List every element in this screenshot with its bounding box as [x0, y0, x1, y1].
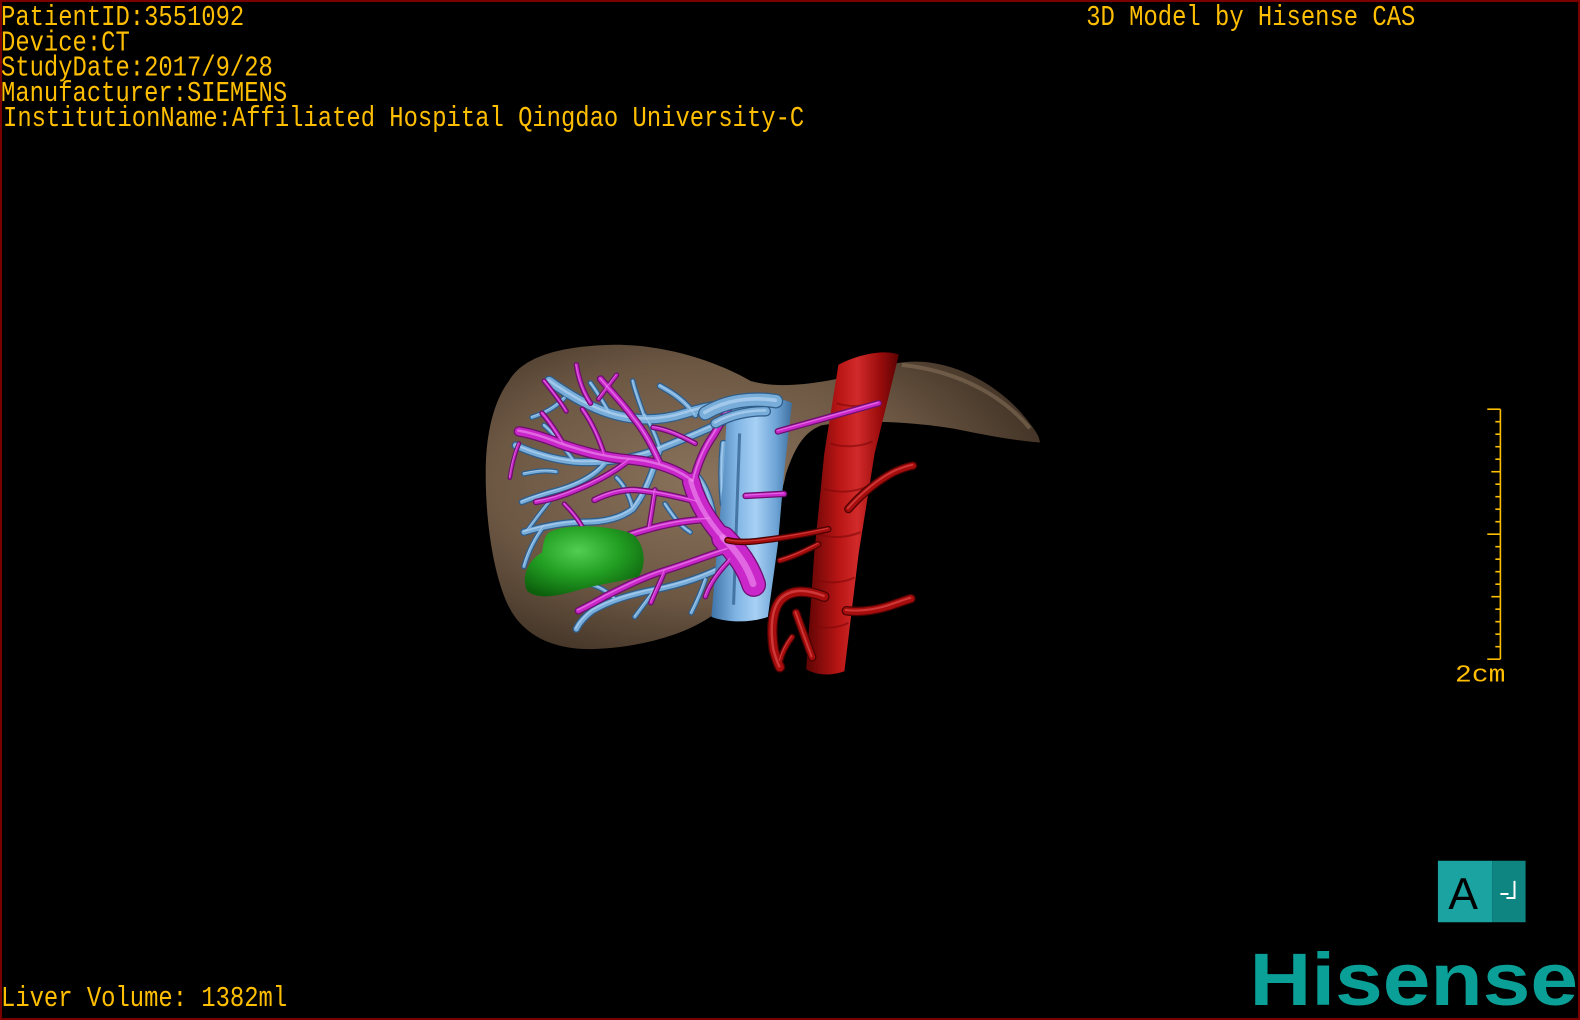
orientation-front-label: A [1448, 870, 1478, 919]
institution-label: InstitutionName:Affiliated Hospital Qing… [3, 103, 805, 136]
liver-volume-label: Liver Volume: 1382ml [1, 983, 288, 1015]
scale-ruler [1487, 408, 1502, 660]
hud-layer: 2cm A Hisense [1249, 408, 1578, 1020]
viewer-stage: 2cm A Hisense PatientID:3551092 Device:C… [0, 0, 1580, 1020]
hisense-logo: Hisense [1249, 937, 1577, 1020]
scale-label: 2cm [1455, 662, 1505, 689]
model-credit-label: 3D Model by Hisense CAS [1086, 3, 1416, 35]
orientation-cube-side-face[interactable] [1492, 860, 1526, 923]
orientation-cube-icon[interactable]: A [1437, 860, 1526, 923]
